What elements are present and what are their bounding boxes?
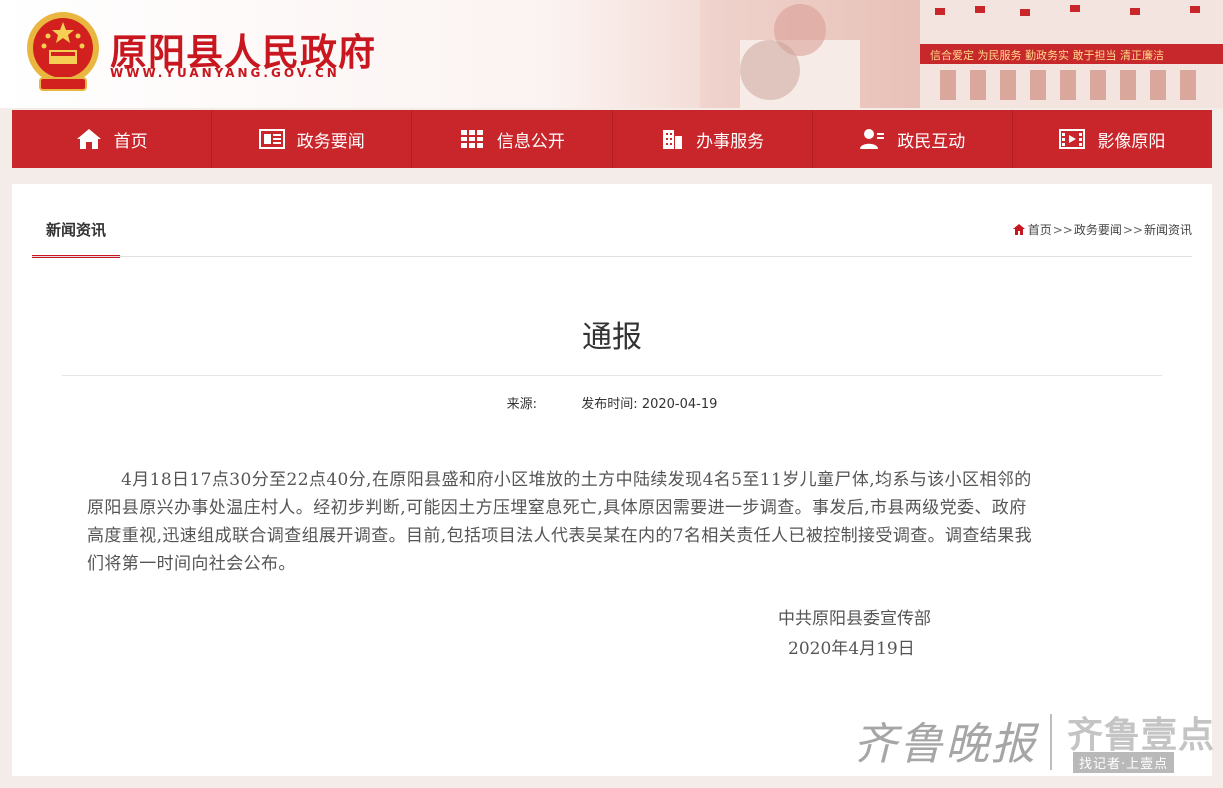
site-header: 信合爱定 为民服务 勤政务实 敢于担当 清正廉洁 原阳县人民政府 WWW.YUA… <box>0 0 1223 108</box>
watermark-tag: 找记者·上壹点 <box>1073 752 1175 773</box>
building-icon <box>663 130 683 149</box>
breadcrumb: 首页 >> 政务要闻 >> 新闻资讯 <box>1012 221 1192 238</box>
content-panel: 新闻资讯 首页 >> 政务要闻 >> 新闻资讯 通报 来源: 发布时间: 202… <box>12 184 1212 776</box>
section-tab-news[interactable]: 新闻资讯 <box>32 219 120 258</box>
publish-date: 2020-04-19 <box>641 397 718 412</box>
nav-item-label: 政务要闻 <box>296 131 365 152</box>
breadcrumb-separator: >> <box>1052 222 1073 237</box>
breadcrumb-news-link[interactable]: 政务要闻 <box>1074 221 1122 238</box>
sign-organization: 中共原阳县委宣传部 <box>778 609 931 629</box>
article-body: 4月18日17点30分至22点40分,在原阳县盛和府小区堆放的土方中陆续发现4名… <box>87 470 1033 574</box>
breadcrumb-separator: >> <box>1122 222 1143 237</box>
article-title: 通报 <box>582 320 642 355</box>
nav-item-label: 影像原阳 <box>1097 131 1166 152</box>
nav-item-interaction[interactable]: 政民互动 <box>813 110 1013 168</box>
section-divider <box>32 256 1192 257</box>
home-icon <box>1012 224 1025 235</box>
article-meta: 来源: 发布时间: 2020-04-19 <box>12 393 1212 412</box>
film-icon <box>1059 129 1086 149</box>
sign-date: 2020年4月19日 <box>788 639 915 659</box>
breadcrumb-current-link[interactable]: 新闻资讯 <box>1144 221 1192 238</box>
nav-item-home[interactable]: 首页 <box>12 110 213 168</box>
banner-slogans: 信合爱定 为民服务 勤政务实 敢于担当 清正廉洁 <box>930 48 1164 62</box>
main-nav: 首页 政务要闻 信息公开 办事服务 政民互动 影像原阳 <box>12 110 1212 168</box>
home-icon <box>76 129 101 149</box>
nav-item-label: 首页 <box>113 131 148 152</box>
government-building-banner: 信合爱定 为民服务 勤政务实 敢于担当 清正廉洁 <box>700 0 1223 108</box>
watermark-divider <box>1050 714 1052 770</box>
breadcrumb-home-link[interactable]: 首页 <box>1028 221 1052 238</box>
publish-date-label: 发布时间: <box>581 397 638 412</box>
nav-item-label: 办事服务 <box>696 131 765 152</box>
national-emblem-icon <box>27 12 99 91</box>
media-watermark: 齐鲁晚报 齐鲁壹点 找记者·上壹点 <box>845 700 1215 782</box>
source-label: 来源: <box>506 397 537 412</box>
watermark-right: 齐鲁壹点 <box>1067 715 1216 756</box>
nav-item-label: 政民互动 <box>897 131 966 152</box>
nav-item-info-disclosure[interactable]: 信息公开 <box>412 110 613 168</box>
title-divider <box>62 375 1162 376</box>
article-signature: 中共原阳县委宣传部 2020年4月19日 <box>778 604 931 664</box>
nav-item-services[interactable]: 办事服务 <box>613 110 813 168</box>
watermark-left: 齐鲁晚报 <box>853 719 1037 770</box>
newspaper-icon <box>258 129 285 149</box>
books-icon <box>460 130 483 148</box>
site-domain: WWW.YUANYANG.GOV.CN <box>110 66 340 80</box>
nav-item-label: 信息公开 <box>496 131 565 152</box>
user-chat-icon <box>860 129 885 149</box>
nav-item-gallery[interactable]: 影像原阳 <box>1013 110 1212 168</box>
nav-item-news[interactable]: 政务要闻 <box>212 110 413 168</box>
